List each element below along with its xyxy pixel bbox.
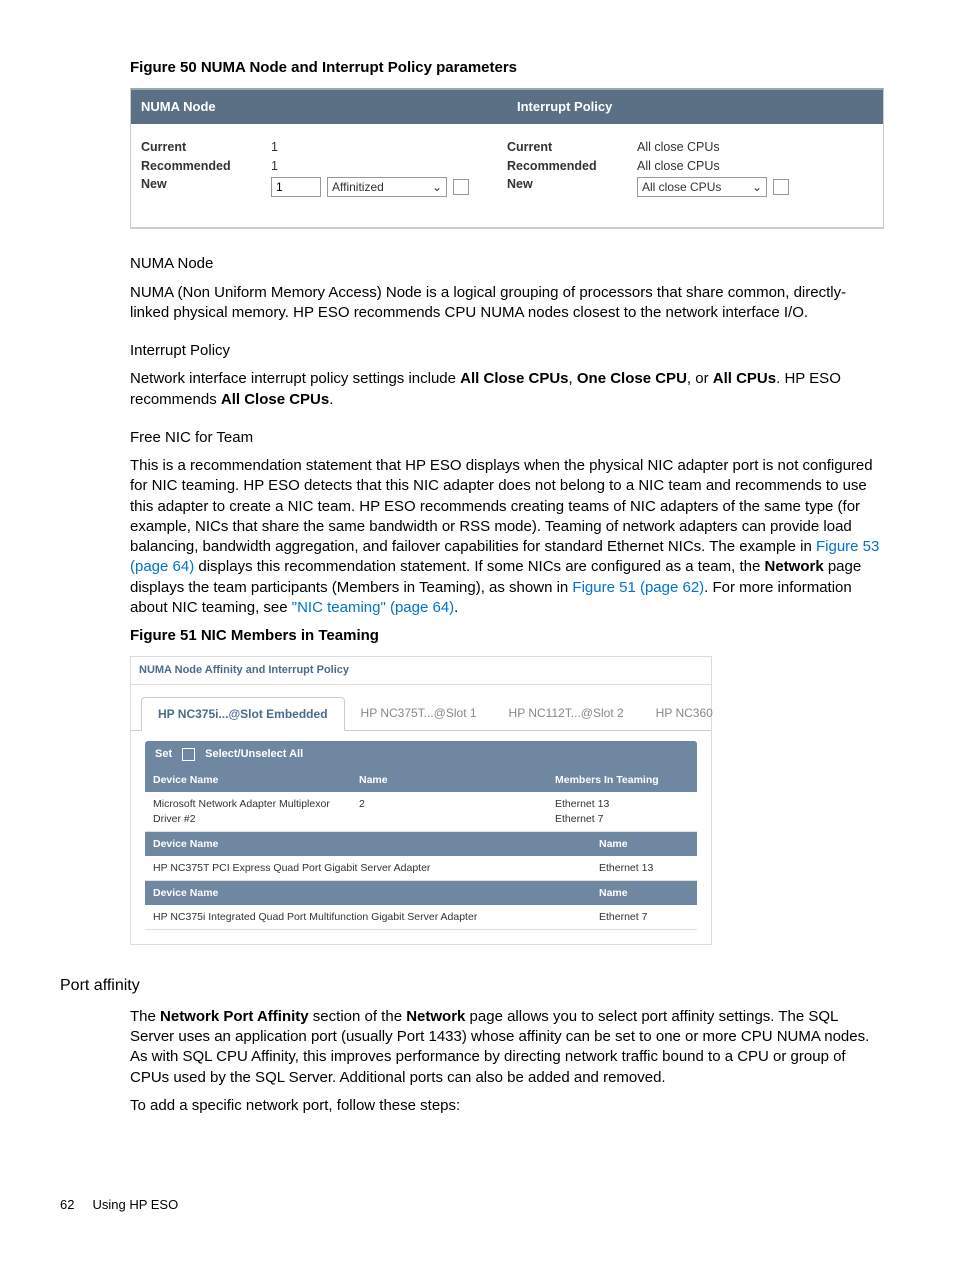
numa-new-input[interactable]: [271, 177, 321, 197]
col-device-name: Device Name: [145, 832, 591, 856]
table-row: HP NC375i Integrated Quad Port Multifunc…: [145, 905, 697, 930]
free-nic-title: Free NIC for Team: [130, 428, 884, 448]
ip-new-select[interactable]: All close CPUs ⌄: [637, 177, 767, 197]
page-footer: 62 Using HP ESO: [60, 1196, 894, 1214]
cell-device: Microsoft Network Adapter Multiplexor Dr…: [145, 792, 351, 830]
numa-new-checkbox[interactable]: [453, 179, 469, 195]
fig51-title: NUMA Node Affinity and Interrupt Policy: [131, 657, 711, 685]
col-device-name: Device Name: [145, 768, 351, 792]
numa-node-title: NUMA Node: [130, 254, 884, 274]
link-figure-51[interactable]: Figure 51 (page 62): [572, 579, 704, 596]
table-row: HP NC375T PCI Express Quad Port Gigabit …: [145, 856, 697, 881]
numa-current-label: Current: [141, 138, 271, 157]
figure-51-caption: Figure 51 NIC Members in Teaming: [130, 626, 884, 646]
page-number: 62: [60, 1196, 74, 1214]
ip-recommended-value: All close CPUs: [637, 157, 873, 176]
col-members: Members In Teaming: [547, 768, 697, 792]
ip-new-checkbox[interactable]: [773, 179, 789, 195]
set-button[interactable]: Set: [155, 747, 172, 762]
tab-slot-1[interactable]: HP NC375T...@Slot 1: [345, 697, 493, 730]
cell-device: HP NC375T PCI Express Quad Port Gigabit …: [145, 856, 591, 880]
ip-new-label: New: [507, 175, 637, 194]
port-affinity-body-1: The Network Port Affinity section of the…: [130, 1007, 884, 1088]
tab-nc360[interactable]: HP NC360: [640, 697, 729, 730]
table-row: Microsoft Network Adapter Multiplexor Dr…: [145, 792, 697, 831]
cell-name: 2: [351, 792, 547, 830]
numa-new-select-value: Affinitized: [332, 178, 384, 196]
numa-recommended-value: 1: [271, 157, 507, 176]
ip-new-select-value: All close CPUs: [642, 178, 721, 196]
cell-device: HP NC375i Integrated Quad Port Multifunc…: [145, 905, 591, 929]
col-name: Name: [351, 768, 547, 792]
chevron-down-icon: ⌄: [752, 178, 762, 196]
numa-current-value: 1: [271, 138, 507, 157]
port-affinity-title: Port affinity: [60, 975, 884, 997]
numa-node-body: NUMA (Non Uniform Memory Access) Node is…: [130, 283, 884, 324]
cell-name: Ethernet 13: [591, 856, 697, 880]
interrupt-policy-title: Interrupt Policy: [130, 341, 884, 361]
select-all-label: Select/Unselect All: [205, 747, 303, 762]
chevron-down-icon: ⌄: [432, 178, 442, 196]
select-all-checkbox[interactable]: [182, 748, 195, 761]
free-nic-body: This is a recommendation statement that …: [130, 456, 884, 618]
footer-label: Using HP ESO: [92, 1196, 178, 1214]
numa-recommended-label: Recommended: [141, 157, 271, 176]
figure-51: NUMA Node Affinity and Interrupt Policy …: [130, 656, 712, 945]
figure-50-caption: Figure 50 NUMA Node and Interrupt Policy…: [130, 58, 884, 78]
ip-current-label: Current: [507, 138, 637, 157]
port-affinity-body-2: To add a specific network port, follow t…: [130, 1096, 884, 1116]
link-nic-teaming[interactable]: "NIC teaming" (page 64): [292, 599, 454, 616]
numa-new-select[interactable]: Affinitized ⌄: [327, 177, 447, 197]
ip-current-value: All close CPUs: [637, 138, 873, 157]
ip-recommended-label: Recommended: [507, 157, 637, 176]
numa-node-header: NUMA Node: [131, 90, 507, 124]
numa-new-label: New: [141, 175, 271, 194]
tab-slot-2[interactable]: HP NC112T...@Slot 2: [493, 697, 640, 730]
figure-50: NUMA Node Interrupt Policy Current Recom…: [130, 88, 884, 229]
col-name: Name: [591, 832, 697, 856]
fig51-tabs: HP NC375i...@Slot Embedded HP NC375T...@…: [131, 685, 711, 731]
cell-name: Ethernet 7: [591, 905, 697, 929]
col-device-name: Device Name: [145, 881, 591, 905]
tab-slot-embedded[interactable]: HP NC375i...@Slot Embedded: [141, 697, 345, 731]
interrupt-policy-body: Network interface interrupt policy setti…: [130, 369, 884, 410]
interrupt-policy-header: Interrupt Policy: [507, 90, 883, 124]
col-name: Name: [591, 881, 697, 905]
cell-members: Ethernet 13 Ethernet 7: [547, 792, 697, 830]
